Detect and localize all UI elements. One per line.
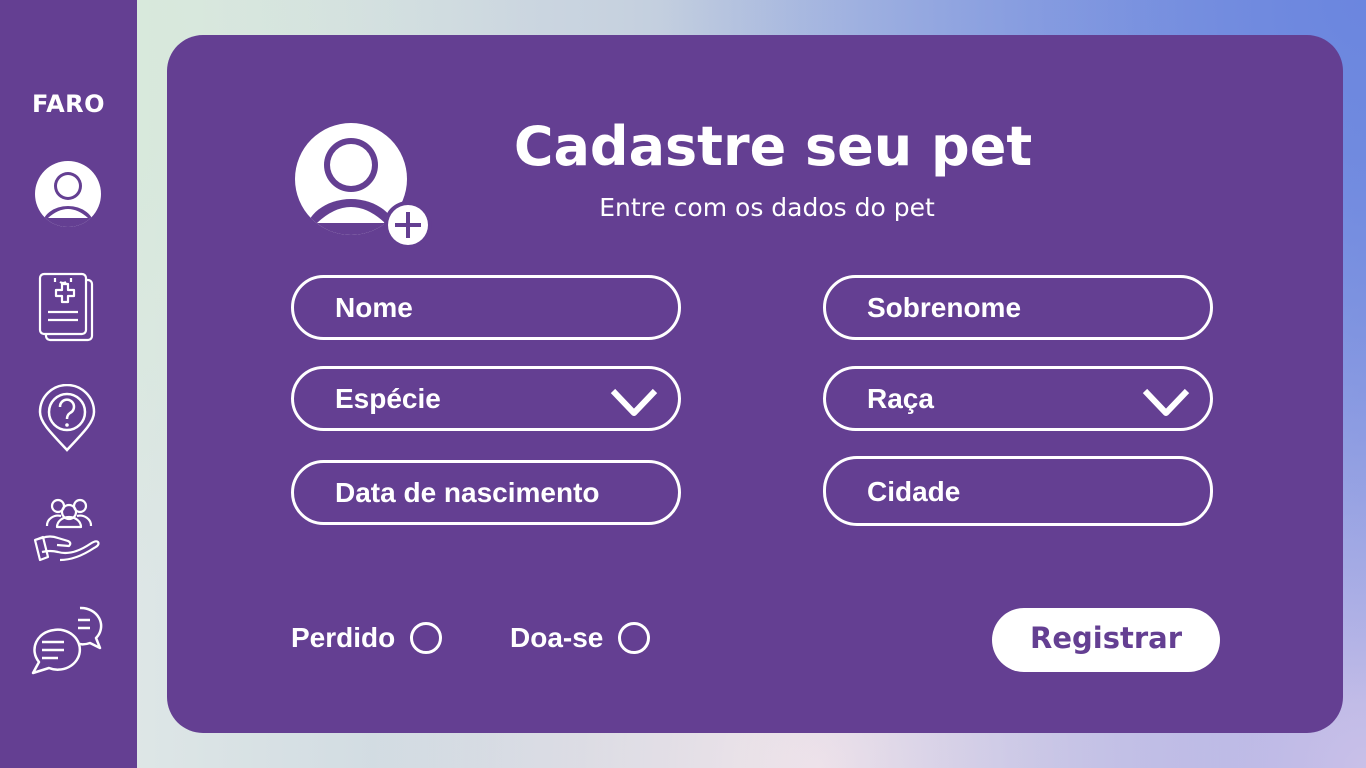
raca-select[interactable]: Raça bbox=[823, 366, 1213, 431]
doase-radio[interactable] bbox=[618, 622, 651, 654]
help-location-icon[interactable] bbox=[36, 384, 98, 454]
user-circle-icon[interactable] bbox=[34, 160, 102, 228]
cidade-placeholder: Cidade bbox=[867, 476, 961, 507]
perdido-option: Perdido bbox=[291, 622, 443, 654]
page-title: Cadastre seu pet bbox=[513, 115, 1033, 178]
especie-select[interactable]: Espécie bbox=[291, 366, 681, 431]
doase-label: Doa-se bbox=[510, 622, 604, 653]
sobrenome-field[interactable]: Sobrenome bbox=[823, 275, 1213, 340]
nome-placeholder: Nome bbox=[335, 291, 413, 323]
data-nascimento-field[interactable]: Data de nascimento bbox=[291, 460, 681, 525]
nome-field[interactable]: Nome bbox=[291, 275, 681, 340]
register-pet-card: Cadastre seu pet Entre com os dados do p… bbox=[167, 35, 1343, 733]
medical-records-icon[interactable] bbox=[36, 272, 100, 344]
chevron-down-icon bbox=[610, 388, 658, 425]
page-subtitle: Entre com os dados do pet bbox=[599, 193, 935, 222]
especie-placeholder: Espécie bbox=[335, 382, 441, 414]
registrar-button[interactable]: Registrar bbox=[992, 608, 1220, 672]
sobrenome-placeholder: Sobrenome bbox=[867, 291, 1022, 323]
chat-bubbles-icon[interactable] bbox=[28, 604, 104, 676]
cidade-field[interactable]: Cidade bbox=[823, 456, 1213, 526]
raca-placeholder: Raça bbox=[867, 382, 934, 414]
sidebar: FARO bbox=[0, 0, 137, 768]
perdido-radio[interactable] bbox=[410, 622, 443, 654]
perdido-label: Perdido bbox=[291, 622, 396, 653]
chevron-down-icon bbox=[1142, 388, 1190, 425]
doase-option: Doa-se bbox=[510, 622, 651, 654]
community-hand-icon[interactable] bbox=[32, 494, 104, 566]
data-nascimento-placeholder: Data de nascimento bbox=[335, 476, 600, 508]
brand-logo: FARO bbox=[31, 90, 106, 118]
add-user-icon bbox=[295, 123, 435, 255]
